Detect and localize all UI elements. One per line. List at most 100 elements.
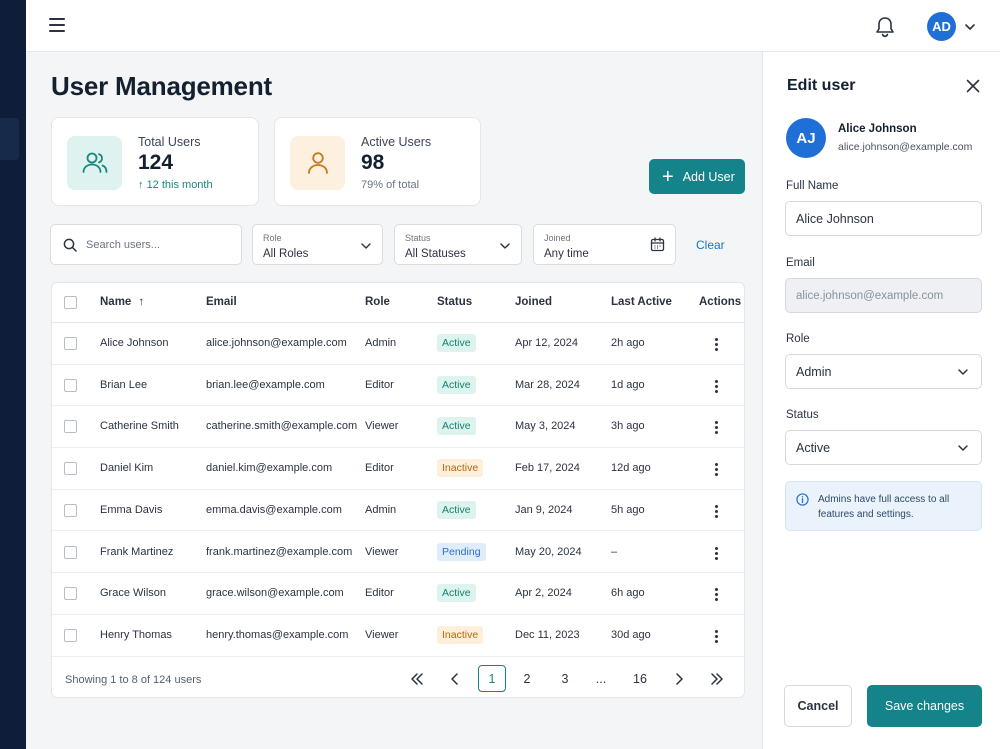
table-row[interactable]: Henry Thomas henry.thomas@example.com View… xyxy=(52,615,744,657)
last-page-icon[interactable] xyxy=(707,665,727,692)
row-checkbox[interactable] xyxy=(64,628,77,642)
pagination: Showing 1 to 8 of 124 users 1 2 3 ... 16 xyxy=(52,657,744,697)
cell-name: Daniel Kim xyxy=(100,462,154,475)
more-actions-icon[interactable] xyxy=(712,336,720,352)
user-avatar[interactable]: AD xyxy=(927,12,956,41)
cell-last-active: 3h ago xyxy=(611,420,645,433)
clear-filters-link[interactable]: Clear xyxy=(696,238,725,252)
full-name-value: Alice Johnson xyxy=(796,211,874,226)
edit-user-panel: Edit user AJ Alice Johnson alice.johnson… xyxy=(762,52,1000,749)
row-checkbox[interactable] xyxy=(64,587,77,601)
panel-title: Edit user xyxy=(787,77,856,94)
users-icon xyxy=(67,136,122,190)
close-icon[interactable] xyxy=(966,79,980,93)
table-row[interactable]: Alice Johnson alice.johnson@example.com Ad… xyxy=(52,323,744,365)
row-checkbox[interactable] xyxy=(64,462,77,476)
full-name-input[interactable]: Alice Johnson xyxy=(785,201,982,236)
page-button-16[interactable]: 16 xyxy=(628,665,652,692)
stat-label: Total Users xyxy=(138,135,201,149)
table-header: Name ↑ Email Role Status Joined Last Act… xyxy=(52,283,744,323)
chevron-down-icon xyxy=(958,369,968,375)
more-actions-icon[interactable] xyxy=(712,378,720,394)
cell-name: Henry Thomas xyxy=(100,628,172,641)
sidebar-active-item[interactable] xyxy=(0,118,19,160)
row-checkbox[interactable] xyxy=(64,378,77,392)
joined-filter-value: Any time xyxy=(544,248,589,260)
row-checkbox[interactable] xyxy=(64,503,77,517)
table-row[interactable]: Catherine Smith catherine.smith@example.c… xyxy=(52,406,744,449)
search-input[interactable]: Search users... xyxy=(50,224,242,265)
more-actions-icon[interactable] xyxy=(712,586,720,602)
cell-email: brian.lee@example.com xyxy=(206,378,325,391)
cell-last-active: 30d ago xyxy=(611,628,651,641)
status-filter-value: All Statuses xyxy=(405,248,466,260)
email-label: Email xyxy=(786,257,815,269)
table-row[interactable]: Daniel Kim daniel.kim@example.com Editor In… xyxy=(52,448,744,490)
email-field: alice.johnson@example.com xyxy=(785,278,982,313)
cell-email: grace.wilson@example.com xyxy=(206,587,344,600)
notification-bell-icon[interactable] xyxy=(874,15,896,39)
first-page-icon[interactable] xyxy=(407,665,427,692)
row-checkbox[interactable] xyxy=(64,420,77,434)
chevron-down-icon[interactable] xyxy=(964,20,976,32)
row-checkbox[interactable] xyxy=(64,545,77,559)
more-actions-icon[interactable] xyxy=(712,461,720,477)
cell-last-active: 1d ago xyxy=(611,378,645,391)
cell-role: Viewer xyxy=(365,628,399,641)
role-value: Admin xyxy=(796,364,832,379)
cell-role: Admin xyxy=(365,503,397,516)
role-filter-select[interactable]: Role All Roles xyxy=(252,224,383,265)
more-actions-icon[interactable] xyxy=(712,419,720,435)
cell-name: Grace Wilson xyxy=(100,587,167,600)
cell-name: Frank Martinez xyxy=(100,545,174,558)
table-row[interactable]: Brian Lee brian.lee@example.com Editor Acti… xyxy=(52,365,744,407)
search-icon xyxy=(63,238,77,252)
main-content: User Management Total Users 124 ↑ 12 thi… xyxy=(26,52,762,749)
column-header-status: Status xyxy=(437,296,473,308)
more-actions-icon[interactable] xyxy=(712,503,720,519)
cell-joined: Feb 17, 2024 xyxy=(515,462,580,475)
table-row[interactable]: Emma Davis emma.davis@example.com Admin Act… xyxy=(52,490,744,532)
cell-name: Catherine Smith xyxy=(100,420,179,433)
status-filter-select[interactable]: Status All Statuses xyxy=(394,224,522,265)
previous-page-icon[interactable] xyxy=(445,665,465,692)
cell-last-active: 5h ago xyxy=(611,503,645,516)
page-button-1[interactable]: 1 xyxy=(478,665,506,692)
stat-card-active-users: Active Users 98 79% of total xyxy=(274,117,481,206)
sort-ascending-icon: ↑ xyxy=(138,296,145,308)
cell-last-active: 6h ago xyxy=(611,587,645,600)
status-select[interactable]: Active xyxy=(785,430,982,465)
page-button-3[interactable]: 3 xyxy=(555,665,575,692)
stat-label: Active Users xyxy=(361,135,432,149)
more-actions-icon[interactable] xyxy=(712,628,720,644)
status-badge: Pending xyxy=(437,542,486,561)
cancel-button[interactable]: Cancel xyxy=(784,685,852,727)
select-all-checkbox[interactable] xyxy=(64,296,77,309)
table-row[interactable]: Grace Wilson grace.wilson@example.com Edit… xyxy=(52,573,744,615)
cell-joined: May 3, 2024 xyxy=(515,420,576,433)
cell-joined: May 20, 2024 xyxy=(515,545,582,558)
cell-email: alice.johnson@example.com xyxy=(206,337,347,349)
next-page-icon[interactable] xyxy=(669,665,689,692)
page-button-2[interactable]: 2 xyxy=(517,665,537,692)
stat-card-total-users: Total Users 124 ↑ 12 this month xyxy=(51,117,259,206)
cell-joined: Dec 11, 2023 xyxy=(515,628,580,641)
role-select[interactable]: Admin xyxy=(785,354,982,389)
role-label: Role xyxy=(786,333,810,345)
column-header-name[interactable]: Name ↑ xyxy=(100,296,144,308)
menu-icon[interactable] xyxy=(49,18,65,32)
sidebar-collapsed xyxy=(0,0,26,749)
role-filter-value: All Roles xyxy=(263,248,309,260)
column-header-last-active: Last Active xyxy=(611,296,672,308)
table-row[interactable]: Frank Martinez frank.martinez@example.com… xyxy=(52,532,744,574)
row-checkbox[interactable] xyxy=(64,337,77,350)
column-header-joined: Joined xyxy=(515,296,553,308)
save-button[interactable]: Save changes xyxy=(867,685,982,727)
joined-filter-date[interactable]: Joined Any time xyxy=(533,224,676,265)
chevron-down-icon xyxy=(361,243,371,249)
more-actions-icon[interactable] xyxy=(712,545,720,561)
add-user-button[interactable]: + Add User xyxy=(649,159,745,194)
cell-email: daniel.kim@example.com xyxy=(206,462,333,475)
cell-name: Brian Lee xyxy=(100,378,148,391)
role-filter-label: Role xyxy=(263,233,282,243)
